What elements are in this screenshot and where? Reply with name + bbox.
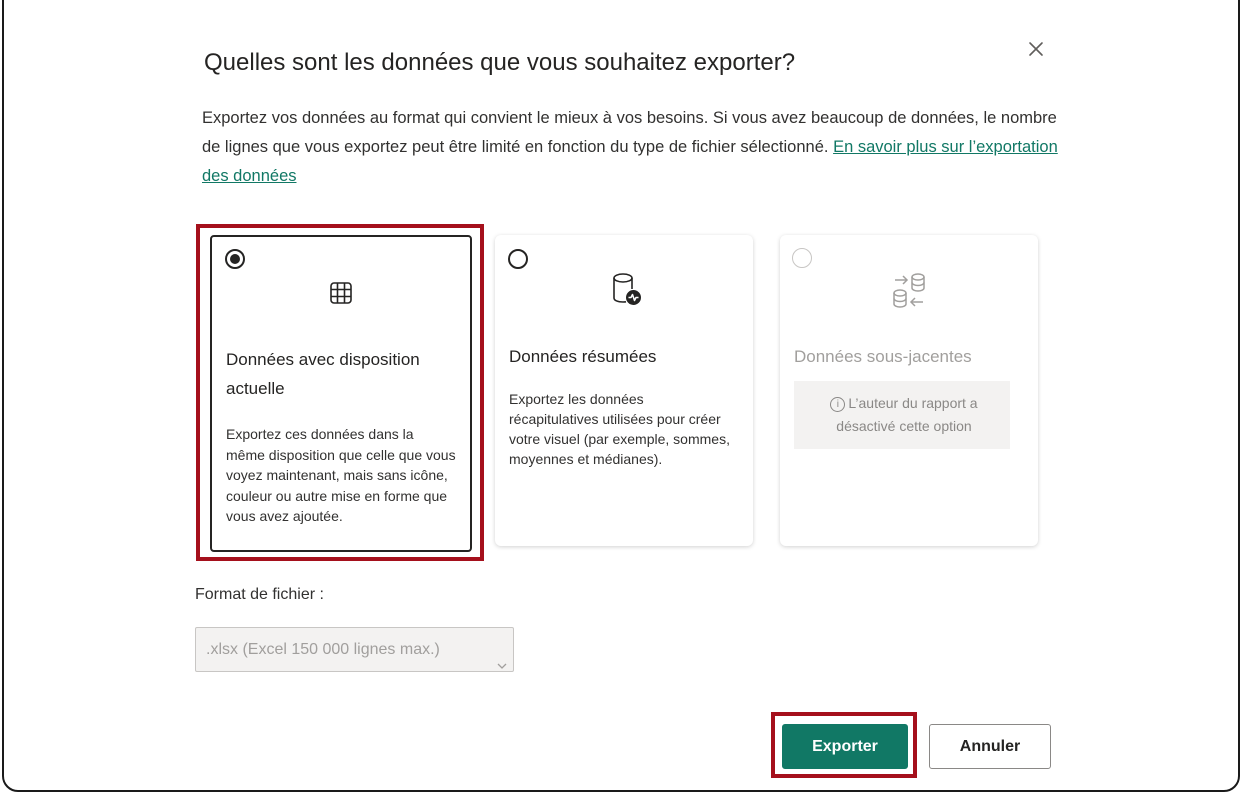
option-desc-current-layout: Exportez ces données dans la même dispos…: [226, 426, 456, 524]
file-format-label: Format de fichier :: [195, 586, 324, 603]
cancel-button[interactable]: Annuler: [929, 724, 1051, 769]
option-title-summary: Données résumées: [509, 347, 657, 366]
option-title-current-layout: Données avec disposition actuelle: [226, 350, 420, 398]
export-button[interactable]: Exporter: [782, 724, 908, 769]
option-card-current-layout[interactable]: Données avec disposition actuelle Export…: [210, 235, 472, 552]
close-icon: [1029, 42, 1043, 56]
dialog-description: Exportez vos données au format qui convi…: [202, 104, 1062, 191]
disabled-note-text: L’auteur du rapport a désactivé cette op…: [836, 395, 978, 434]
disabled-note: i L’auteur du rapport a désactivé cette o…: [794, 381, 1010, 449]
option-card-underlying: Données sous-jacentes i L’auteur du rappo…: [780, 235, 1038, 546]
file-format-dropdown: .xlsx (Excel 150 000 lignes max.): [195, 627, 514, 672]
file-format-value: .xlsx (Excel 150 000 lignes max.): [206, 641, 440, 658]
radio-summary[interactable]: [508, 249, 528, 269]
close-button[interactable]: [1025, 38, 1047, 60]
option-desc-summary: Exportez les données récapitulatives uti…: [509, 391, 730, 467]
database-summary-icon: [610, 271, 642, 312]
info-icon: i: [830, 397, 846, 412]
option-title-underlying: Données sous-jacentes: [794, 347, 972, 366]
radio-current-layout[interactable]: [225, 249, 245, 269]
radio-underlying: [792, 248, 812, 268]
table-icon: [329, 281, 353, 310]
database-transfer-icon: [889, 271, 929, 316]
chevron-down-icon: [497, 644, 507, 687]
option-card-summary[interactable]: Données résumées Exportez les données ré…: [495, 235, 753, 546]
dialog-title: Quelles sont les données que vous souhai…: [204, 49, 796, 76]
